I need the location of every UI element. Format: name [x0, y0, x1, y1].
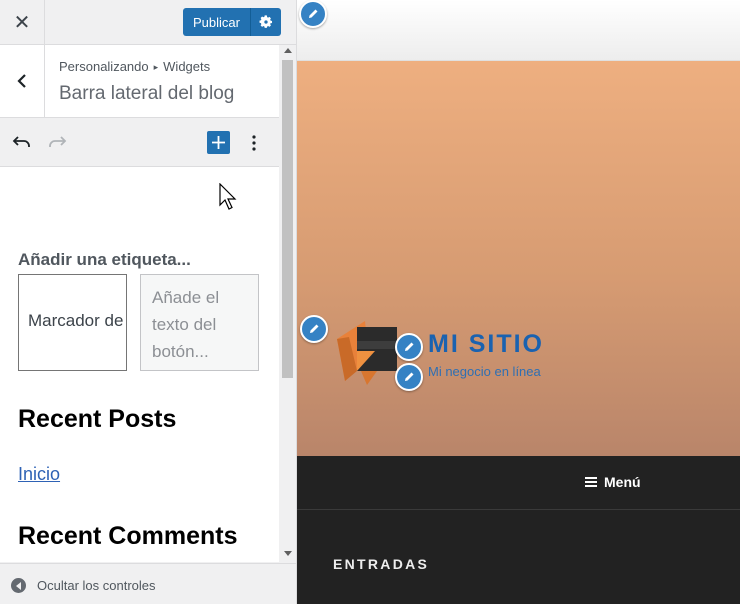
plus-icon	[212, 136, 225, 149]
redo-icon	[49, 136, 67, 147]
pencil-icon	[309, 9, 318, 18]
close-icon: ✕	[13, 10, 31, 34]
redo-button[interactable]	[45, 131, 69, 155]
nav-divider	[297, 509, 740, 510]
block-editor-toolbar	[0, 118, 279, 167]
sidebar-scrollbar[interactable]	[280, 45, 295, 562]
collapse-controls-button[interactable]: Ocultar los controles	[37, 578, 156, 593]
more-vertical-icon	[252, 135, 256, 151]
search-field-preview[interactable]: Marcador de posición	[18, 274, 127, 371]
scrollbar-thumb[interactable]	[282, 60, 293, 378]
site-navigation: Menú ENTRADAS	[297, 456, 740, 604]
preview-top-bar	[297, 0, 740, 61]
recent-posts-heading: Recent Posts	[18, 405, 177, 433]
chevron-left-icon	[17, 74, 26, 88]
collapse-arrow-icon[interactable]	[11, 578, 26, 593]
edit-shortcut-header-image-button[interactable]	[300, 315, 328, 343]
block-label-input[interactable]: Añadir una etiqueta...	[18, 250, 191, 270]
customizer-sidebar: ✕ Publicar Personalizando ▸ Widgets Barra …	[0, 0, 297, 604]
pencil-icon	[310, 324, 319, 333]
recent-post-link[interactable]: Inicio	[18, 464, 60, 485]
pencil-icon	[405, 342, 414, 351]
publish-group: Publicar	[183, 8, 281, 36]
section-header: Personalizando ▸ Widgets Barra lateral del…	[0, 45, 279, 118]
pencil-icon	[405, 372, 414, 381]
gear-icon	[259, 15, 273, 28]
customizer-header: ✕ Publicar	[0, 0, 296, 45]
breadcrumb: Personalizando ▸ Widgets	[59, 59, 210, 74]
button-placeholder-line: botón...	[152, 342, 209, 361]
section-title: ENTRADAS	[333, 556, 430, 572]
scroll-up-icon[interactable]	[284, 48, 292, 53]
site-preview: MI SITIO Mi negocio en línea Menú ENTRAD…	[297, 0, 740, 604]
undo-icon	[12, 136, 30, 147]
scroll-down-icon[interactable]	[284, 551, 292, 556]
close-button[interactable]: ✕	[0, 0, 45, 44]
more-options-button[interactable]	[244, 131, 264, 155]
site-tagline: Mi negocio en línea	[428, 364, 541, 379]
edit-shortcut-tagline-button[interactable]	[395, 363, 423, 391]
menu-toggle-button[interactable]: Menú	[585, 474, 641, 490]
edit-shortcut-site-title-button[interactable]	[395, 333, 423, 361]
menu-icon	[585, 475, 597, 489]
breadcrumb-current: Widgets	[163, 59, 211, 74]
widget-editor-canvas[interactable]: Añadir una etiqueta... Marcador de posic…	[0, 167, 279, 562]
recent-comments-heading: Recent Comments	[18, 522, 238, 550]
site-title[interactable]: MI SITIO	[428, 330, 544, 359]
mouse-cursor-icon	[219, 183, 237, 210]
edit-shortcut-header-button[interactable]	[299, 0, 327, 28]
breadcrumb-separator-icon: ▸	[153, 62, 159, 72]
button-placeholder-line: Añade el	[152, 288, 220, 307]
search-button-text-input[interactable]: Añade el texto del botón...	[140, 274, 259, 371]
publish-button[interactable]: Publicar	[183, 8, 251, 36]
menu-label: Menú	[604, 474, 641, 490]
add-block-button[interactable]	[207, 131, 230, 154]
site-logo	[337, 321, 397, 385]
breadcrumb-root: Personalizando	[59, 59, 149, 74]
panel-title: Barra lateral del blog	[59, 83, 235, 104]
publish-settings-button[interactable]	[251, 8, 281, 36]
customizer-footer: Ocultar los controles	[0, 563, 296, 604]
button-placeholder-line: texto del	[152, 315, 217, 334]
header-image	[297, 61, 740, 456]
undo-button[interactable]	[10, 131, 34, 155]
back-button[interactable]	[0, 45, 45, 117]
